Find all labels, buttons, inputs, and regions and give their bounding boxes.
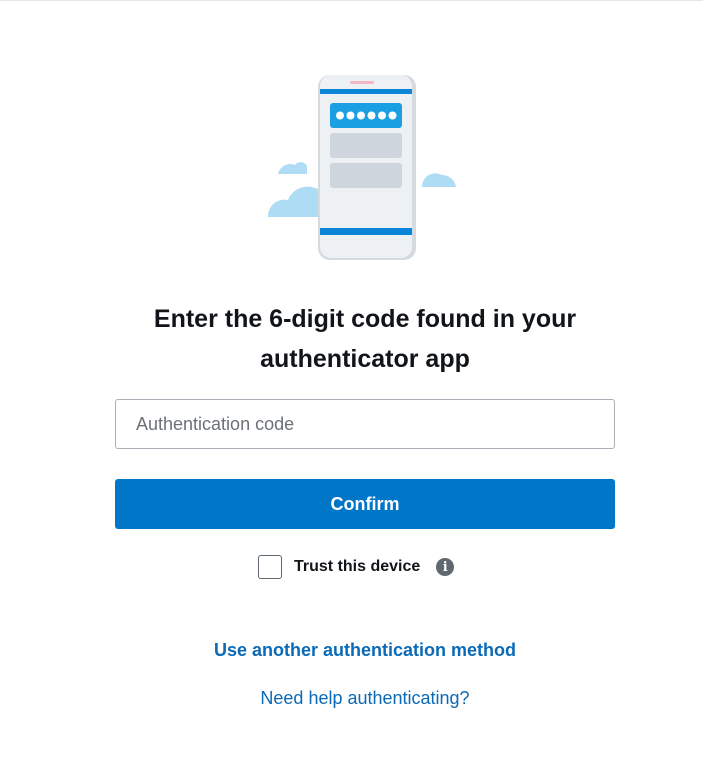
need-help-link[interactable]: Need help authenticating?	[115, 688, 615, 709]
code-dot	[388, 111, 397, 120]
code-dot	[346, 111, 355, 120]
page-title: Enter the 6-digit code found in your aut…	[153, 305, 577, 373]
authentication-code-input[interactable]	[115, 399, 615, 449]
phone-icon	[318, 75, 416, 260]
mfa-page: Enter the 6-digit code found in your aut…	[0, 0, 703, 772]
code-dot	[336, 111, 344, 120]
trust-device-checkbox[interactable]	[258, 555, 282, 579]
phone-illustration-icon	[268, 75, 456, 260]
trust-device-label[interactable]: Trust this device	[294, 558, 420, 576]
use-another-method-link[interactable]: Use another authentication method	[115, 640, 615, 661]
trust-device-row: Trust this device i	[258, 554, 455, 580]
code-dot	[378, 111, 386, 120]
confirm-button[interactable]: Confirm	[115, 479, 615, 529]
code-dot	[367, 111, 376, 120]
info-icon[interactable]: i	[436, 558, 455, 576]
code-dot	[357, 111, 365, 120]
